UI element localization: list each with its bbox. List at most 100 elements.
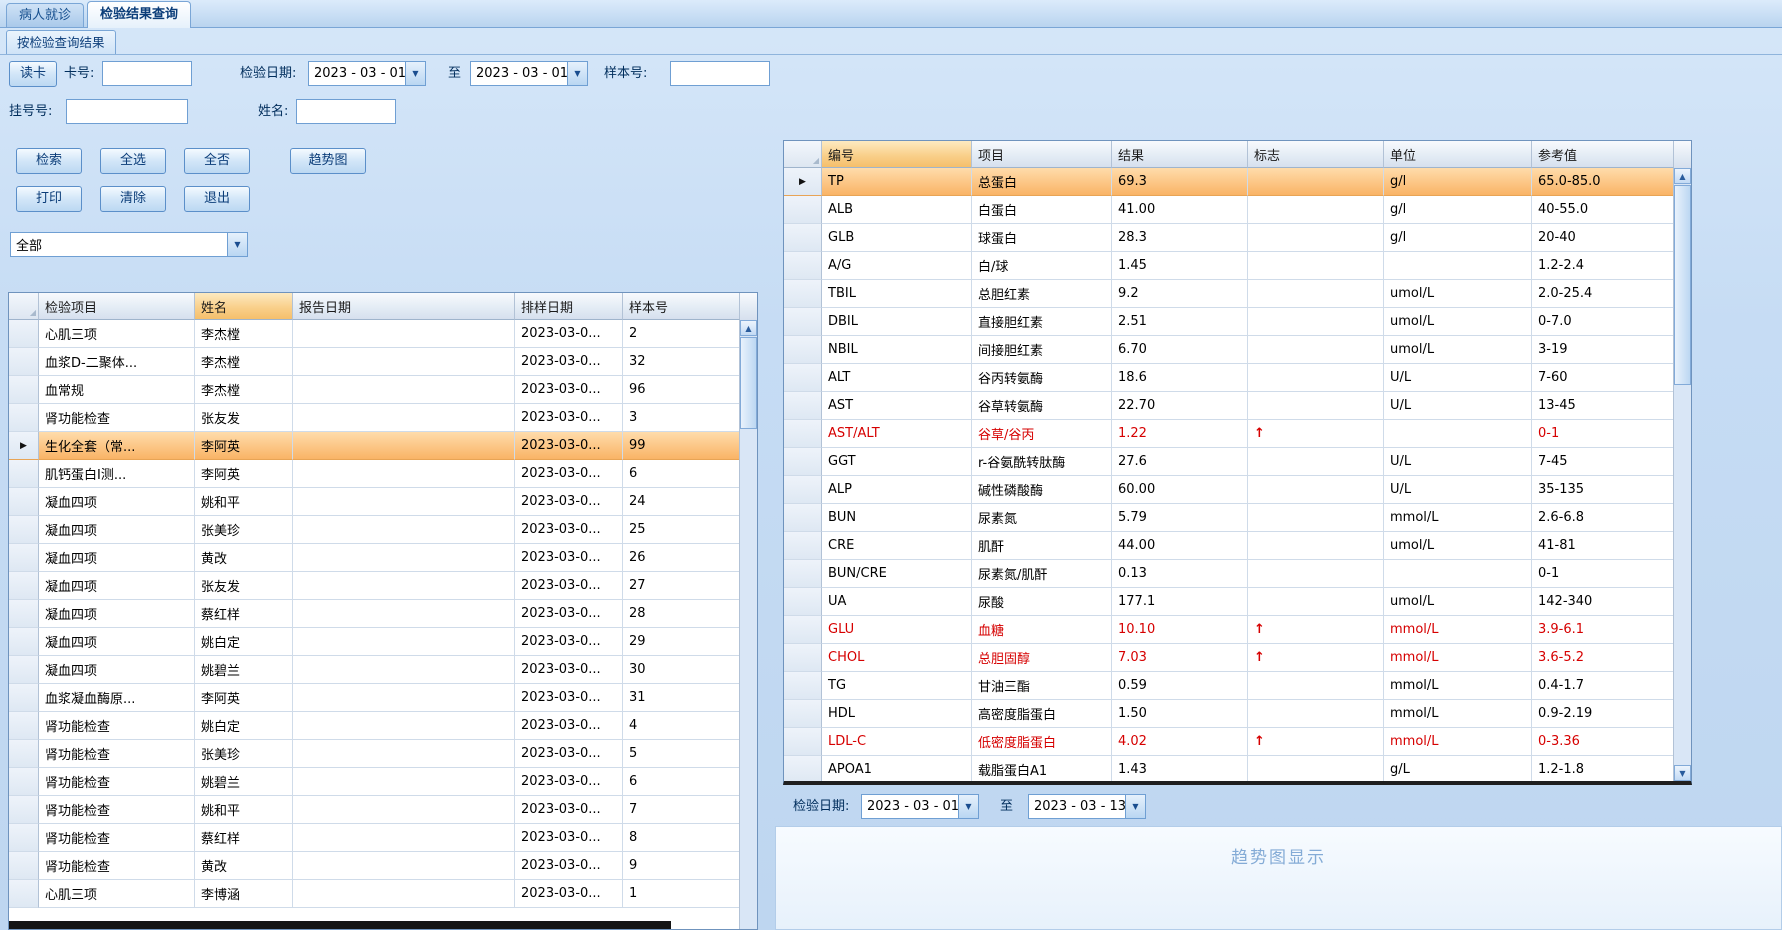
result-grid-column-header[interactable]: 编号: [822, 141, 972, 168]
left-grid-row[interactable]: 凝血四项 姚白定 2023-03-0... 29: [9, 628, 757, 656]
scrollbar-track[interactable]: [1674, 385, 1691, 765]
chevron-down-icon[interactable]: ▼: [1125, 795, 1145, 818]
print-button[interactable]: 打印: [16, 186, 82, 212]
result-grid-row[interactable]: NBIL 间接胆红素 6.70 umol/L 3-19: [784, 336, 1691, 364]
left-grid-row[interactable]: 凝血四项 张美珍 2023-03-0... 25: [9, 516, 757, 544]
result-grid-row[interactable]: BUN/CRE 尿素氮/肌酐 0.13 0-1: [784, 560, 1691, 588]
card-no-input[interactable]: [102, 61, 192, 86]
chevron-down-icon[interactable]: ▼: [405, 62, 425, 85]
left-grid-row[interactable]: 血常规 李杰樘 2023-03-0... 96: [9, 376, 757, 404]
scroll-up-icon[interactable]: ▲: [740, 320, 757, 336]
result-grid-row[interactable]: APOA1 载脂蛋白A1 1.43 g/L 1.2-1.8: [784, 756, 1691, 781]
scroll-up-icon[interactable]: ▲: [1674, 168, 1691, 184]
cell-flag: [1248, 308, 1384, 336]
left-grid-row[interactable]: 肾功能检查 姚白定 2023-03-0... 4: [9, 712, 757, 740]
trend-date-to-combo[interactable]: 2023 - 03 - 13 ▼: [1028, 794, 1146, 819]
clear-button[interactable]: 清除: [100, 186, 166, 212]
subtab-query-by-test[interactable]: 按检验查询结果: [6, 30, 116, 54]
scrollbar-track[interactable]: [740, 429, 757, 929]
select-all-button[interactable]: 全选: [100, 148, 166, 174]
result-grid-row[interactable]: ALT 谷丙转氨酶 18.6 U/L 7-60: [784, 364, 1691, 392]
left-grid-column-header[interactable]: 样本号: [623, 293, 740, 320]
result-grid-column-header[interactable]: 项目: [972, 141, 1112, 168]
scroll-down-icon[interactable]: ▼: [1674, 765, 1691, 781]
left-grid-row[interactable]: 肾功能检查 蔡红样 2023-03-0... 8: [9, 824, 757, 852]
result-grid-row[interactable]: GGT r-谷氨酰转肽酶 27.6 U/L 7-45: [784, 448, 1691, 476]
result-grid-row[interactable]: ▶ TP 总蛋白 69.3 g/l 65.0-85.0: [784, 168, 1691, 196]
trend-chart-button[interactable]: 趋势图: [290, 148, 366, 174]
result-detail-scrollbar[interactable]: ▲ ▼: [1673, 168, 1691, 781]
result-grid-column-header[interactable]: 参考值: [1532, 141, 1674, 168]
sample-no-input[interactable]: [670, 61, 770, 86]
cell-report-date: [293, 656, 515, 684]
result-grid-row[interactable]: ALB 白蛋白 41.00 g/l 40-55.0: [784, 196, 1691, 224]
result-grid-row[interactable]: GLB 球蛋白 28.3 g/l 20-40: [784, 224, 1691, 252]
result-grid-row[interactable]: BUN 尿素氮 5.79 mmol/L 2.6-6.8: [784, 504, 1691, 532]
left-grid-column-header[interactable]: 报告日期: [293, 293, 515, 320]
cell-patient-name: 李杰樘: [195, 320, 293, 348]
current-row-icon: ▶: [784, 168, 822, 196]
result-grid-row[interactable]: GLU 血糖 10.10 ↑ mmol/L 3.9-6.1: [784, 616, 1691, 644]
test-date-to-combo[interactable]: 2023 - 03 - 01 ▼: [470, 61, 588, 86]
test-date-from-combo[interactable]: 2023 - 03 - 01 ▼: [308, 61, 426, 86]
left-grid-row[interactable]: 心肌三项 李杰樘 2023-03-0... 2: [9, 320, 757, 348]
result-grid-row[interactable]: DBIL 直接胆红素 2.51 umol/L 0-7.0: [784, 308, 1691, 336]
select-all-cell[interactable]: ◢: [784, 141, 822, 168]
left-grid-column-header[interactable]: 排样日期: [515, 293, 623, 320]
left-grid-row[interactable]: 肾功能检查 姚碧兰 2023-03-0... 6: [9, 768, 757, 796]
left-grid-row[interactable]: 凝血四项 黄改 2023-03-0... 26: [9, 544, 757, 572]
reg-no-input[interactable]: [66, 99, 188, 124]
trend-date-from-combo[interactable]: 2023 - 03 - 01 ▼: [861, 794, 979, 819]
cell-item-name: 谷草转氨酶: [972, 392, 1112, 420]
result-grid-column-header[interactable]: 标志: [1248, 141, 1384, 168]
result-grid-column-header[interactable]: 单位: [1384, 141, 1532, 168]
cell-test-item: 肾功能检查: [39, 768, 195, 796]
chevron-down-icon[interactable]: ▼: [227, 233, 247, 256]
result-grid-row[interactable]: AST/ALT 谷草/谷丙 1.22 ↑ 0-1: [784, 420, 1691, 448]
left-grid-row[interactable]: 血浆凝血酶原... 李阿英 2023-03-0... 31: [9, 684, 757, 712]
left-grid-row[interactable]: 肾功能检查 张友发 2023-03-0... 3: [9, 404, 757, 432]
left-grid-row[interactable]: 肾功能检查 黄改 2023-03-0... 9: [9, 852, 757, 880]
read-card-button[interactable]: 读卡: [9, 61, 57, 87]
result-grid-row[interactable]: A/G 白/球 1.45 1.2-2.4: [784, 252, 1691, 280]
result-grid-row[interactable]: CHOL 总胆固醇 7.03 ↑ mmol/L 3.6-5.2: [784, 644, 1691, 672]
scrollbar-thumb[interactable]: [740, 337, 757, 429]
tab-lab-result-query[interactable]: 检验结果查询: [87, 1, 192, 28]
result-grid-row[interactable]: AST 谷草转氨酶 22.70 U/L 13-45: [784, 392, 1691, 420]
search-button[interactable]: 检索: [16, 148, 82, 174]
select-none-button[interactable]: 全否: [184, 148, 250, 174]
result-grid-row[interactable]: HDL 高密度脂蛋白 1.50 mmol/L 0.9-2.19: [784, 700, 1691, 728]
left-grid-row[interactable]: 凝血四项 张友发 2023-03-0... 27: [9, 572, 757, 600]
cell-report-date: [293, 628, 515, 656]
left-grid-row[interactable]: ▶ 生化全套（常... 李阿英 2023-03-0... 99: [9, 432, 757, 460]
left-grid-row[interactable]: 肾功能检查 张美珍 2023-03-0... 5: [9, 740, 757, 768]
left-grid-row[interactable]: 凝血四项 蔡红样 2023-03-0... 28: [9, 600, 757, 628]
result-grid-row[interactable]: LDL-C 低密度脂蛋白 4.02 ↑ mmol/L 0-3.36: [784, 728, 1691, 756]
patient-name-input[interactable]: [296, 99, 396, 124]
select-all-cell[interactable]: ◢: [9, 293, 39, 320]
left-grid-row[interactable]: 肌钙蛋白I测... 李阿英 2023-03-0... 6: [9, 460, 757, 488]
result-grid-column-header[interactable]: 结果: [1112, 141, 1248, 168]
result-grid-row[interactable]: TBIL 总胆红素 9.2 umol/L 2.0-25.4: [784, 280, 1691, 308]
cell-unit: g/l: [1384, 168, 1532, 196]
result-grid-row[interactable]: CRE 肌酐 44.00 umol/L 41-81: [784, 532, 1691, 560]
chevron-down-icon[interactable]: ▼: [958, 795, 978, 818]
left-grid-column-header[interactable]: 检验项目: [39, 293, 195, 320]
result-grid-row[interactable]: TG 甘油三酯 0.59 mmol/L 0.4-1.7: [784, 672, 1691, 700]
left-grid-column-header[interactable]: 姓名: [195, 293, 293, 320]
patient-name-label: 姓名:: [258, 104, 289, 119]
cell-flag: ↑: [1248, 644, 1384, 672]
left-grid-row[interactable]: 肾功能检查 姚和平 2023-03-0... 7: [9, 796, 757, 824]
left-grid-row[interactable]: 血浆D-二聚体... 李杰樘 2023-03-0... 32: [9, 348, 757, 376]
tab-patient-visit[interactable]: 病人就诊: [6, 3, 85, 27]
exit-button[interactable]: 退出: [184, 186, 250, 212]
category-filter-combo[interactable]: 全部 ▼: [10, 232, 248, 257]
chevron-down-icon[interactable]: ▼: [567, 62, 587, 85]
result-grid-row[interactable]: UA 尿酸 177.1 umol/L 142-340: [784, 588, 1691, 616]
result-grid-row[interactable]: ALP 碱性磷酸酶 60.00 U/L 35-135: [784, 476, 1691, 504]
left-grid-row[interactable]: 心肌三项 李博涵 2023-03-0... 1: [9, 880, 757, 908]
left-grid-row[interactable]: 凝血四项 姚和平 2023-03-0... 24: [9, 488, 757, 516]
left-grid-row[interactable]: 凝血四项 姚碧兰 2023-03-0... 30: [9, 656, 757, 684]
test-list-scrollbar[interactable]: ▲: [739, 320, 757, 929]
scrollbar-thumb[interactable]: [1674, 185, 1691, 385]
